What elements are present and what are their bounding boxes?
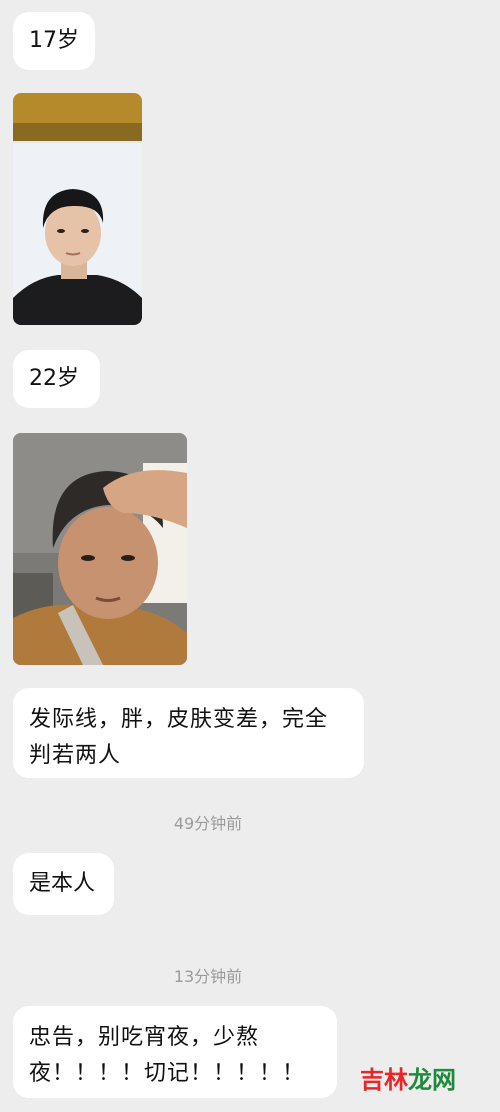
watermark-logo: 吉林 龙网	[360, 1060, 456, 1095]
selfie-image	[13, 433, 187, 665]
message-text: 22岁	[29, 366, 79, 391]
message-image-selfie[interactable]	[13, 433, 187, 665]
timestamp: 49分钟前	[173, 814, 243, 833]
message-bubble[interactable]: 忠告，别吃宵夜，少熬 夜！！！！切记！！！！！	[13, 1006, 337, 1098]
chat-area: 17岁 22岁 发际线，胖，皮肤变差，完全 判若两人 49分钟前 是本人 13分…	[0, 0, 500, 1112]
message-text: 是本人	[29, 871, 96, 896]
message-bubble[interactable]: 17岁	[13, 12, 95, 70]
message-text-line: 忠告，别吃宵夜，少熬	[29, 1025, 260, 1050]
message-text: 17岁	[29, 28, 79, 53]
id-photo-image	[13, 93, 142, 325]
message-bubble[interactable]: 是本人	[13, 853, 114, 915]
message-text-line: 发际线，胖，皮肤变差，完全	[29, 707, 329, 732]
timestamp: 13分钟前	[173, 967, 243, 986]
message-image-id-photo[interactable]	[13, 93, 142, 325]
message-text-line: 判若两人	[29, 743, 122, 768]
message-text-line: 夜！！！！切记！！！！！	[29, 1061, 306, 1086]
message-bubble[interactable]: 发际线，胖，皮肤变差，完全 判若两人	[13, 688, 364, 778]
watermark-part2: 龙网	[408, 1066, 456, 1094]
watermark-part1: 吉林	[360, 1066, 408, 1094]
message-bubble[interactable]: 22岁	[13, 350, 100, 408]
